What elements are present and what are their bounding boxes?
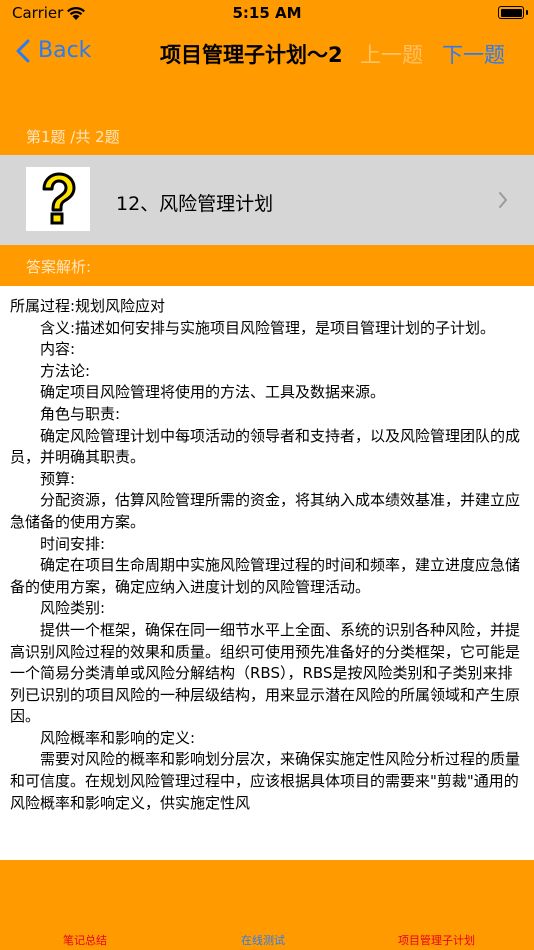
page-title: 项目管理子计划～2 bbox=[160, 43, 343, 67]
analysis-line: 风险类别: bbox=[40, 599, 106, 618]
tab-bar: 笔记总结 在线测试 项目管理子计划 bbox=[0, 860, 534, 950]
analysis-line: 提供一个框架，确保在同一细节水平上全面、系统的识别各种风险，并提高识别风险过程的… bbox=[10, 620, 521, 726]
next-question-button[interactable]: 下一题 bbox=[442, 39, 505, 69]
navigation-bar: Back 项目管理子计划～2 上一题 下一题 bbox=[0, 30, 534, 80]
back-label: Back bbox=[38, 38, 92, 63]
analysis-line: 确定风险管理计划中每项活动的领导者和支持者，以及风险管理团队的成员，并明确其职责… bbox=[10, 426, 521, 467]
analysis-line: 确定在项目生命周期中实施风险管理过程的时间和频率，建立进度应急储备的使用方案，确… bbox=[10, 556, 521, 596]
question-title: 12、风险管理计划 bbox=[116, 193, 274, 215]
analysis-line: 含义:描述如何安排与实施项目风险管理，是项目管理计划的子计划。 bbox=[40, 318, 496, 337]
question-counter: 第1题 /共 2题 bbox=[26, 128, 120, 146]
question-mark-icon bbox=[26, 167, 90, 231]
analysis-line: 内容: bbox=[40, 340, 76, 359]
analysis-line: 风险概率和影响的定义: bbox=[40, 728, 196, 747]
analysis-line: 方法论: bbox=[40, 361, 91, 380]
chevron-right-icon bbox=[499, 192, 507, 208]
previous-question-button[interactable]: 上一题 bbox=[360, 39, 423, 69]
analysis-line: 确定项目风险管理将使用的方法、工具及数据来源。 bbox=[40, 383, 386, 402]
tab-online-test[interactable]: 在线测试 bbox=[241, 932, 285, 948]
analysis-line: 所属过程:规划风险应对 bbox=[10, 297, 166, 315]
analysis-line: 时间安排: bbox=[40, 534, 106, 553]
analysis-line: 需要对风险的概率和影响划分层次，来确保实施定性风险分析过程的质量和可信度。在规划… bbox=[10, 750, 521, 812]
question-row[interactable]: 12、风险管理计划 bbox=[0, 155, 534, 245]
tab-project-subplans[interactable]: 项目管理子计划 bbox=[398, 932, 475, 948]
analysis-label: 答案解析: bbox=[26, 258, 92, 276]
analysis-content[interactable]: 所属过程:规划风险应对 含义:描述如何安排与实施项目风险管理，是项目管理计划的子… bbox=[0, 286, 534, 860]
status-bar: Carrier 5:15 AM bbox=[0, 0, 534, 30]
analysis-line: 预算: bbox=[40, 469, 76, 488]
status-time: 5:15 AM bbox=[232, 4, 302, 22]
back-button[interactable]: Back bbox=[16, 38, 91, 63]
battery-icon bbox=[498, 6, 528, 19]
tab-notes-summary[interactable]: 笔记总结 bbox=[63, 932, 107, 948]
analysis-line: 角色与职责: bbox=[40, 404, 121, 423]
chevron-left-icon bbox=[16, 39, 30, 62]
analysis-line: 分配资源，估算风险管理所需的资金，将其纳入成本绩效基准，并建立应急储备的使用方案… bbox=[10, 491, 521, 531]
